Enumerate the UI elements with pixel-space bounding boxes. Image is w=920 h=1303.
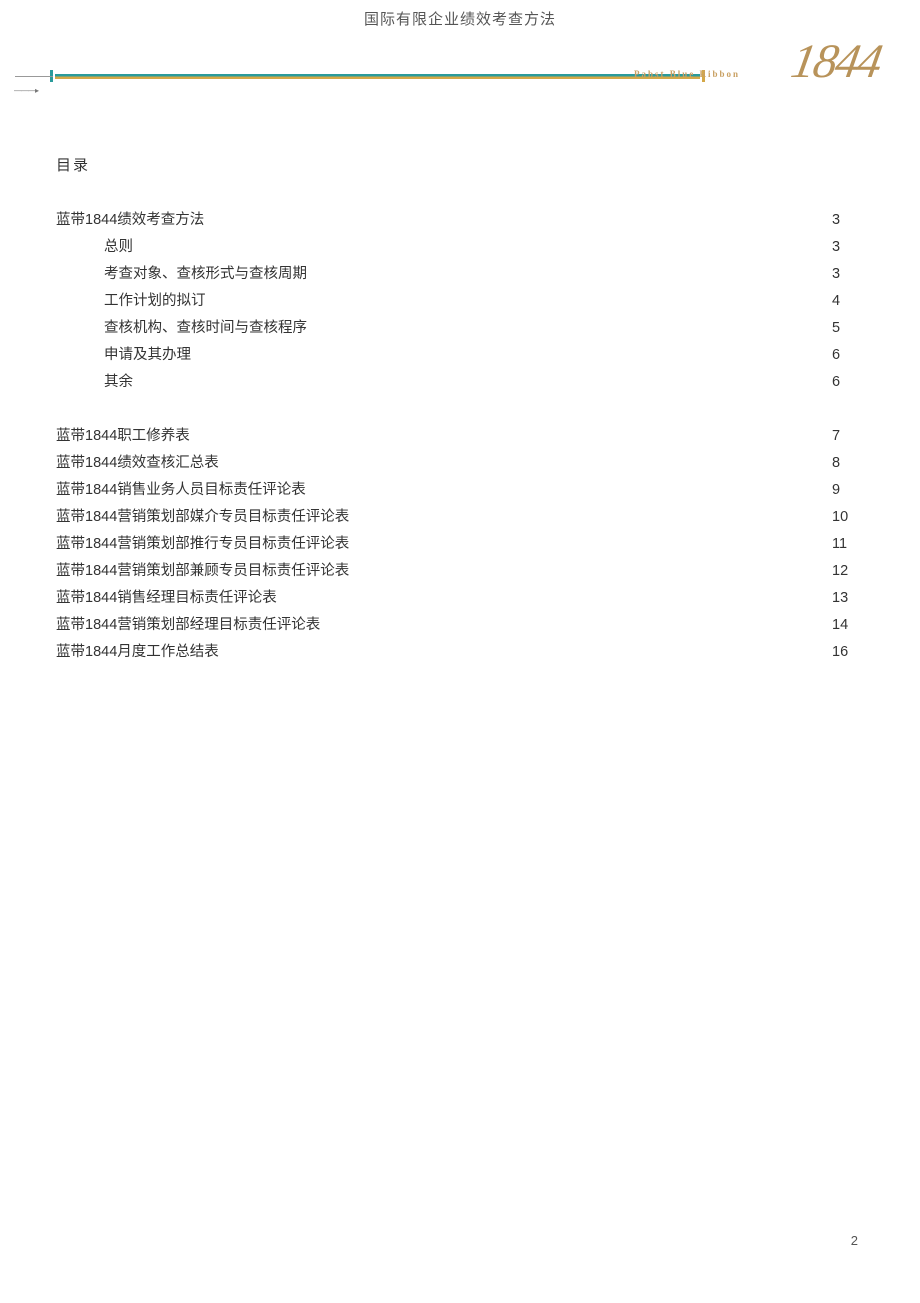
toc-entry: 其余 6: [56, 369, 864, 396]
header-divider: ———▸ Pabst Blue Ribbon 1844: [0, 64, 920, 114]
toc-entry-page: 12: [824, 558, 864, 585]
toc-entry-title: 总则: [104, 234, 824, 261]
toc-spacer: [56, 396, 864, 423]
toc-entry-page: 6: [824, 342, 864, 369]
toc-entry-page: 7: [824, 423, 864, 450]
toc-entry-title: 蓝带1844绩效考查方法: [56, 207, 824, 234]
toc-entry-title: 蓝带1844营销策划部经理目标责任评论表: [56, 612, 824, 639]
toc-entry-title: 查核机构、查核时间与查核程序: [104, 315, 824, 342]
toc-entry: 蓝带1844职工修养表 7: [56, 423, 864, 450]
toc-entry: 蓝带1844绩效考查方法 3: [56, 207, 864, 234]
toc-entry-page: 14: [824, 612, 864, 639]
toc-entry-page: 5: [824, 315, 864, 342]
toc-entry-title: 蓝带1844营销策划部推行专员目标责任评论表: [56, 531, 824, 558]
toc-entry: 查核机构、查核时间与查核程序 5: [56, 315, 864, 342]
toc-entry: 蓝带1844营销策划部经理目标责任评论表 14: [56, 612, 864, 639]
toc-entry: 蓝带1844营销策划部媒介专员目标责任评论表 10: [56, 504, 864, 531]
page-number: 2: [851, 1233, 858, 1248]
toc-entry-page: 13: [824, 585, 864, 612]
toc-entry-page: 6: [824, 369, 864, 396]
toc-content: 目录 蓝带1844绩效考查方法 3 总则 3 考查对象、查核形式与查核周期 3 …: [0, 114, 920, 666]
toc-entry: 蓝带1844营销策划部推行专员目标责任评论表 11: [56, 531, 864, 558]
toc-entry-page: 4: [824, 288, 864, 315]
toc-entry-title: 蓝带1844职工修养表: [56, 423, 824, 450]
brand-text: Pabst Blue Ribbon: [634, 69, 740, 79]
toc-entry-title: 考查对象、查核形式与查核周期: [104, 261, 824, 288]
toc-entry-page: 10: [824, 504, 864, 531]
toc-entry-title: 蓝带1844营销策划部兼顾专员目标责任评论表: [56, 558, 824, 585]
toc-entry-title: 蓝带1844绩效查核汇总表: [56, 450, 824, 477]
toc-entry-page: 16: [824, 639, 864, 666]
toc-entry-page: 3: [824, 234, 864, 261]
toc-entry-title: 其余: [104, 369, 824, 396]
toc-entry: 蓝带1844月度工作总结表 16: [56, 639, 864, 666]
toc-entry-title: 蓝带1844销售业务人员目标责任评论表: [56, 477, 824, 504]
toc-entry: 总则 3: [56, 234, 864, 261]
brand-logo-1844: 1844: [787, 34, 885, 89]
toc-entry-title: 蓝带1844月度工作总结表: [56, 639, 824, 666]
toc-entry: 蓝带1844绩效查核汇总表 8: [56, 450, 864, 477]
toc-entry: 蓝带1844营销策划部兼顾专员目标责任评论表 12: [56, 558, 864, 585]
document-header-title: 国际有限企业绩效考查方法: [0, 0, 920, 29]
toc-entry-page: 9: [824, 477, 864, 504]
toc-entry: 蓝带1844销售经理目标责任评论表 13: [56, 585, 864, 612]
bar-line: [55, 74, 700, 79]
toc-entry: 申请及其办理 6: [56, 342, 864, 369]
toc-entry-page: 8: [824, 450, 864, 477]
toc-entry-title: 蓝带1844销售经理目标责任评论表: [56, 585, 824, 612]
toc-entry-title: 工作计划的拟订: [104, 288, 824, 315]
toc-entry: 蓝带1844销售业务人员目标责任评论表 9: [56, 477, 864, 504]
toc-entry-title: 申请及其办理: [104, 342, 824, 369]
toc-entry: 考查对象、查核形式与查核周期 3: [56, 261, 864, 288]
toc-entry-page: 3: [824, 261, 864, 288]
toc-heading: 目录: [56, 154, 864, 175]
toc-entry-page: 3: [824, 207, 864, 234]
toc-entry: 工作计划的拟订 4: [56, 288, 864, 315]
toc-entry-title: 蓝带1844营销策划部媒介专员目标责任评论表: [56, 504, 824, 531]
bar-arrow-icon: ———▸: [14, 86, 38, 95]
toc-entry-page: 11: [824, 531, 864, 558]
